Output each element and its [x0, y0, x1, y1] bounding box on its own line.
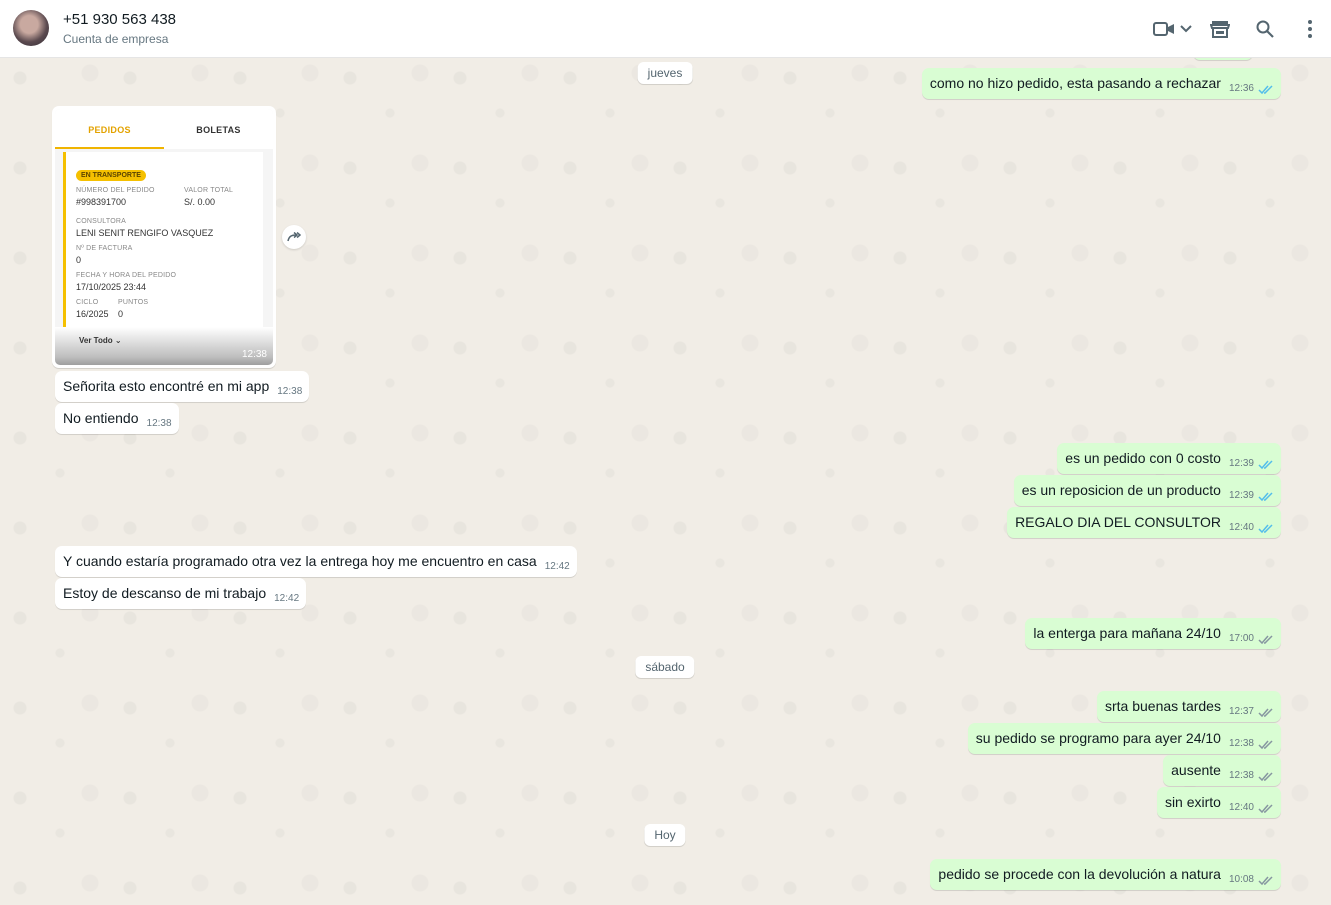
read-ticks-icon [1258, 84, 1274, 95]
consultant-name: LENI SENIT RENGIFO VASQUEZ [76, 228, 214, 238]
outgoing-message[interactable]: pedido se procede con la devolución a na… [930, 859, 1281, 890]
message-time: 12:38 [146, 418, 172, 429]
delivered-ticks-icon [1258, 803, 1274, 814]
outgoing-message[interactable]: sin exirto 12:40 [1156, 787, 1281, 818]
order-screenshot-image[interactable]: PEDIDOS BOLETAS EN TRANSPORTE NÚMERO DEL… [55, 109, 273, 365]
catalog-store-icon[interactable] [1208, 17, 1232, 41]
message-time: 12:39 [1228, 490, 1254, 501]
date-chip: jueves [637, 62, 693, 84]
total-label: VALOR TOTAL [184, 187, 234, 194]
message-text: ausente [1171, 762, 1221, 778]
video-call-icon[interactable] [1152, 17, 1176, 41]
outgoing-message[interactable]: la enterga para mañana 24/10 17:00 [1025, 618, 1281, 649]
order-number-label: NÚMERO DEL PEDIDO [76, 187, 155, 194]
message-time: 12:42 [274, 593, 300, 604]
message-time: 12:42 [544, 561, 570, 572]
message-time: 12:40 [1228, 522, 1254, 533]
outgoing-message[interactable]: srta buenas tardes 12:37 [1097, 691, 1281, 722]
chat-header: +51 930 563 438 Cuenta de empresa [0, 0, 1331, 58]
outgoing-message[interactable]: es un pedido con 0 costo 12:39 [1057, 443, 1281, 474]
message-text: Estoy de descanso de mi trabajo [63, 585, 267, 601]
message-text: la enterga para mañana 24/10 [1033, 625, 1221, 641]
date-chip: Hoy [644, 824, 686, 846]
datetime-label: FECHA Y HORA DEL PEDIDO [76, 272, 177, 279]
incoming-message[interactable]: Estoy de descanso de mi trabajo 12:42 [55, 578, 307, 609]
cycle-label: CICLO [76, 299, 99, 306]
delivered-ticks-icon [1258, 771, 1274, 782]
read-ticks-icon [1258, 491, 1274, 502]
incoming-message[interactable]: No entiendo 12:38 [55, 403, 179, 434]
outgoing-message[interactable]: ausente 12:38 [1163, 755, 1281, 786]
datetime-value: 17/10/2025 23:44 [76, 282, 147, 292]
status-badge: EN TRANSPORTE [76, 170, 146, 181]
forward-icon[interactable] [282, 225, 306, 249]
delivered-ticks-icon [1258, 875, 1274, 886]
image-tab-boletas: BOLETAS [196, 125, 241, 135]
message-text: No entiendo [63, 410, 139, 426]
image-tabs: PEDIDOS BOLETAS [55, 109, 273, 149]
chevron-down-icon[interactable] [1176, 17, 1196, 41]
contact-name[interactable]: +51 930 563 438 [63, 11, 176, 28]
more-options-icon[interactable] [1298, 17, 1322, 41]
outgoing-message[interactable]: como no hizo pedido, esta pasando a rech… [921, 68, 1281, 99]
message-time: 17:00 [1228, 633, 1254, 644]
points-label: PUNTOS [118, 299, 149, 306]
outgoing-message[interactable]: es un reposicion de un producto 12:39 [1013, 475, 1281, 506]
message-text: es un pedido con 0 costo [1065, 450, 1221, 466]
order-card: EN TRANSPORTE NÚMERO DEL PEDIDO #9983917… [63, 152, 263, 327]
message-text: su pedido se programo para ayer 24/10 [975, 730, 1221, 746]
message-time: 12:36 [1228, 83, 1254, 94]
message-text: como no hizo pedido, esta pasando a rech… [929, 75, 1221, 91]
delivered-ticks-icon [1258, 634, 1274, 645]
incoming-message[interactable]: Y cuando estaría programado otra vez la … [55, 546, 577, 577]
message-text: Señorita esto encontré en mi app [63, 378, 270, 394]
message-text: REGALO DIA DEL CONSULTOR [1015, 514, 1221, 530]
invoice-label: Nº DE FACTURA [76, 245, 133, 252]
incoming-message[interactable]: Señorita esto encontré en mi app 12:38 [55, 371, 310, 402]
message-time: 12:38 [1228, 738, 1254, 749]
invoice-value: 0 [76, 255, 82, 265]
order-number: #998391700 [76, 197, 127, 207]
message-time: 10:08 [1228, 874, 1254, 885]
image-message[interactable]: PEDIDOS BOLETAS EN TRANSPORTE NÚMERO DEL… [52, 106, 276, 368]
message-text: srta buenas tardes [1105, 698, 1221, 714]
contact-subtitle: Cuenta de empresa [63, 32, 169, 46]
see-all-link: Ver Todo ⌄ [79, 336, 122, 345]
outgoing-message[interactable]: REGALO DIA DEL CONSULTOR 12:40 [1007, 507, 1281, 538]
outgoing-message[interactable]: su pedido se programo para ayer 24/10 12… [967, 723, 1281, 754]
cycle-value: 16/2025 [76, 309, 109, 319]
points-value: 0 [118, 309, 124, 319]
message-text: pedido se procede con la devolución a na… [938, 866, 1221, 882]
message-time: 12:39 [1228, 458, 1254, 469]
delivered-ticks-icon [1258, 707, 1274, 718]
chevron-down-icon: ⌄ [114, 336, 122, 345]
message-text: sin exirto [1164, 794, 1221, 810]
contact-avatar[interactable] [13, 10, 49, 46]
image-footer-shade [55, 327, 273, 365]
date-chip: sábado [635, 656, 695, 678]
image-tab-pedidos: PEDIDOS [55, 109, 164, 149]
message-text: es un reposicion de un producto [1021, 482, 1221, 498]
message-text: Y cuando estaría programado otra vez la … [63, 553, 537, 569]
delivered-ticks-icon [1258, 739, 1274, 750]
read-ticks-icon [1258, 523, 1274, 534]
search-icon[interactable] [1253, 17, 1277, 41]
message-time: 12:37 [1228, 706, 1254, 717]
message-time: 12:38 [1228, 770, 1254, 781]
total-value: S/. 0.00 [184, 197, 216, 207]
message-time: 12:38 [241, 349, 267, 360]
consultant-label: CONSULTORA [76, 218, 126, 225]
message-time: 12:40 [1228, 802, 1254, 813]
message-time: 12:38 [277, 386, 303, 397]
read-ticks-icon [1258, 459, 1274, 470]
